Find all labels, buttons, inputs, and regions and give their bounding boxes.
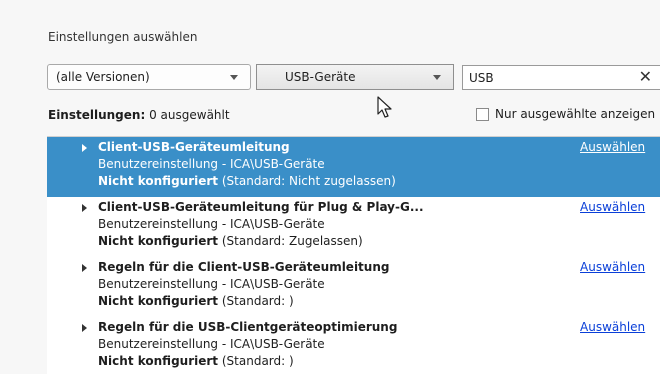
setting-name: Regeln für die USB-Clientgeräteoptimieru… [98, 320, 398, 334]
setting-path: Benutzereinstellung - ICA\USB-Geräte [98, 217, 325, 231]
show-selected-checkbox[interactable] [476, 107, 489, 121]
search-input[interactable]: USB ✕ [462, 65, 660, 90]
selection-count: Einstellungen: 0 ausgewählt [48, 108, 230, 122]
setting-state: Nicht konfiguriert (Standard: ) [98, 353, 294, 369]
setting-path: Benutzereinstellung - ICA\USB-Geräte [98, 337, 325, 351]
setting-state-default: (Standard: Zugelassen) [221, 234, 363, 248]
selection-count-label: Einstellungen: [48, 108, 146, 122]
select-link[interactable]: Auswählen [580, 139, 645, 155]
setting-state: Nicht konfiguriert (Standard: Zugelassen… [98, 233, 363, 249]
expand-arrow-icon[interactable] [82, 324, 87, 332]
expand-arrow-icon[interactable] [82, 204, 87, 212]
close-icon[interactable]: ✕ [639, 68, 652, 86]
setting-name: Client-USB-Geräteumleitung [98, 140, 290, 154]
setting-state-label: Nicht konfiguriert [98, 174, 219, 188]
setting-state-label: Nicht konfiguriert [98, 354, 219, 368]
mouse-pointer-icon [377, 96, 392, 118]
selection-count-value: 0 ausgewählt [149, 108, 230, 122]
list-item[interactable]: Regeln für die Client-USB-Geräteumleitun… [47, 257, 660, 317]
list-item[interactable]: Client-USB-Geräteumleitung für Plug & Pl… [47, 197, 660, 257]
setting-name: Regeln für die Client-USB-Geräteumleitun… [98, 260, 390, 274]
select-link[interactable]: Auswählen [580, 259, 645, 275]
chevron-down-icon [433, 75, 441, 80]
panel-title: Einstellungen auswählen [48, 30, 198, 44]
setting-path: Benutzereinstellung - ICA\USB-Geräte [98, 277, 325, 291]
category-dropdown-value: USB-Geräte [285, 70, 356, 84]
expand-arrow-icon[interactable] [82, 144, 87, 152]
chevron-down-icon [230, 75, 238, 80]
setting-state-label: Nicht konfiguriert [98, 294, 219, 308]
select-link[interactable]: Auswählen [580, 319, 645, 335]
expand-arrow-icon[interactable] [82, 264, 87, 272]
setting-state: Nicht konfiguriert (Standard: Nicht zuge… [98, 173, 396, 189]
search-input-value: USB [469, 70, 494, 85]
version-dropdown-value: (alle Versionen) [56, 70, 150, 84]
version-dropdown[interactable]: (alle Versionen) [47, 64, 251, 90]
setting-state-default: (Standard: ) [221, 354, 294, 368]
show-selected-toggle[interactable]: Nur ausgewählte anzeigen [476, 107, 655, 121]
select-link[interactable]: Auswählen [580, 199, 645, 215]
show-selected-label: Nur ausgewählte anzeigen [495, 107, 656, 121]
category-dropdown[interactable]: USB-Geräte [256, 64, 454, 90]
setting-name: Client-USB-Geräteumleitung für Plug & Pl… [98, 200, 424, 214]
setting-state-default: (Standard: ) [221, 294, 294, 308]
setting-path: Benutzereinstellung - ICA\USB-Geräte [98, 157, 325, 171]
list-item[interactable]: Regeln für die USB-Clientgeräteoptimieru… [47, 317, 660, 377]
setting-state: Nicht konfiguriert (Standard: ) [98, 293, 294, 309]
settings-list: Client-USB-Geräteumleitung Benutzereinst… [47, 136, 660, 375]
list-item[interactable]: Client-USB-Geräteumleitung Benutzereinst… [47, 137, 660, 197]
setting-state-label: Nicht konfiguriert [98, 234, 219, 248]
setting-state-default: (Standard: Nicht zugelassen) [221, 174, 396, 188]
